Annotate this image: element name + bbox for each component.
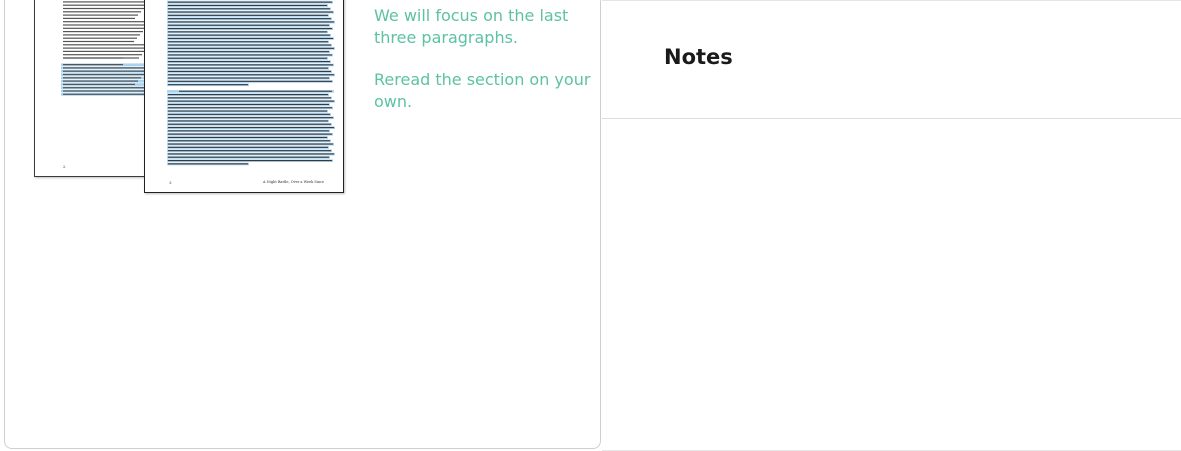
page-number: 2 bbox=[63, 164, 66, 169]
document-page-front: 3 A Night Battle, Over a Week Since bbox=[144, 0, 344, 193]
instruction-reread: Reread the section on your own. bbox=[374, 70, 591, 111]
reading-card: 2 3 A Night Battle, Over a Week Since We… bbox=[4, 0, 601, 449]
notes-title: Notes bbox=[664, 45, 733, 69]
lesson-screen: 2 3 A Night Battle, Over a Week Since We… bbox=[0, 0, 1181, 451]
page-text-lines-highlighted bbox=[167, 0, 335, 166]
notes-header: Notes bbox=[602, 1, 1181, 119]
instruction-focus: We will focus on the last three paragrap… bbox=[374, 6, 569, 47]
instructions: We will focus on the last three paragrap… bbox=[374, 5, 594, 133]
page-footer: A Night Battle, Over a Week Since bbox=[263, 180, 325, 184]
page-number: 3 bbox=[169, 180, 172, 185]
notes-panel: Notes bbox=[602, 0, 1181, 451]
